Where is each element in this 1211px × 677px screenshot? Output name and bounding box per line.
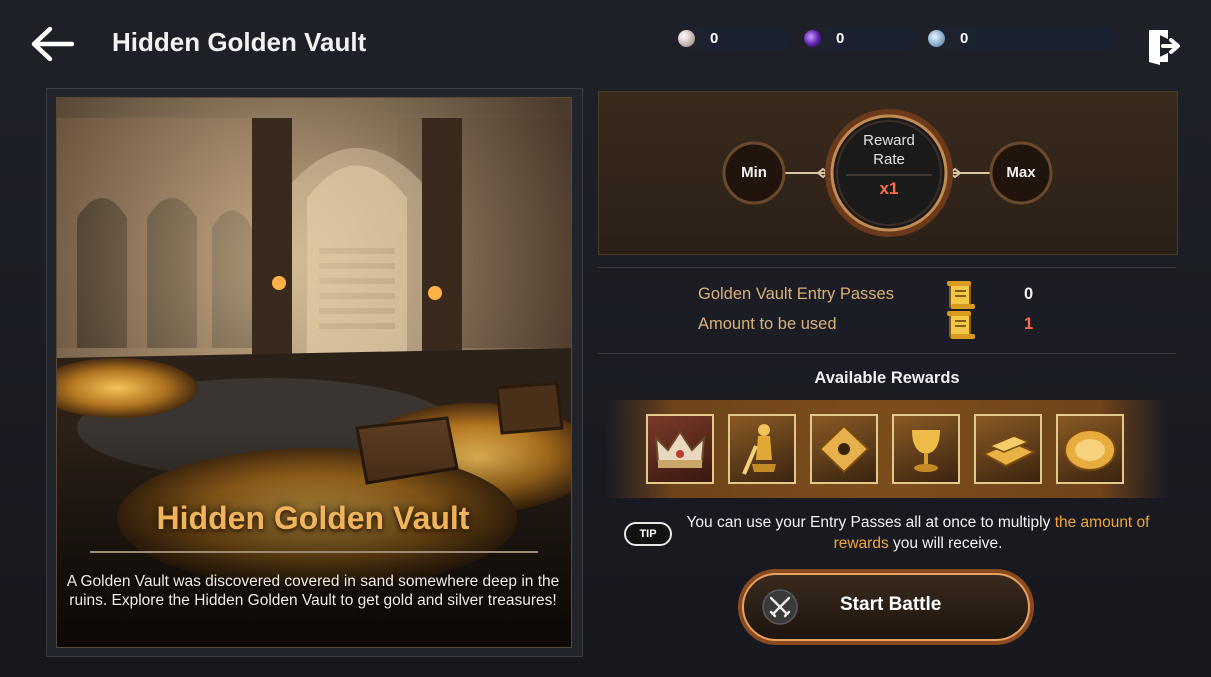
reward-rate-panel: Min Max Reward Rate x1 (598, 91, 1178, 255)
crossed-swords-icon (769, 596, 791, 618)
entry-pass-scroll-icon (946, 309, 976, 341)
vault-name: Hidden Golden Vault (156, 500, 470, 536)
vault-artwork (56, 97, 572, 648)
pearl-gem-icon (678, 30, 695, 47)
reward-dish[interactable] (1056, 414, 1124, 484)
currency-pearl: 0 (678, 27, 790, 51)
divider (598, 267, 1176, 268)
back-arrow-icon[interactable] (30, 24, 75, 64)
currency-silver: 0 (928, 27, 1116, 51)
rate-title-line2: Rate (873, 151, 905, 168)
reward-crown[interactable] (646, 414, 714, 484)
golden-statue-icon (742, 424, 776, 475)
available-rewards-title: Available Rewards (814, 369, 960, 387)
golden-goblet-icon (912, 430, 940, 472)
page-title: Hidden Golden Vault (112, 27, 367, 57)
title-divider (90, 551, 538, 553)
vault-description: A Golden Vault was discovered covered in… (66, 573, 560, 609)
reward-bars[interactable] (974, 414, 1042, 484)
rate-min-button[interactable]: Min (724, 164, 784, 181)
start-battle-label: Start Battle (840, 594, 942, 615)
entry-passes-label: Golden Vault Entry Passes (698, 285, 894, 303)
purple-gem-icon (804, 30, 821, 47)
reward-statue[interactable] (728, 414, 796, 484)
reward-goblet[interactable] (892, 414, 960, 484)
currency-purple: 0 (804, 27, 916, 51)
rate-title-line1: Reward (863, 132, 915, 149)
entry-passes-count: 0 (1024, 285, 1034, 303)
reward-plate[interactable] (810, 414, 878, 484)
top-bar: Hidden Golden Vault 0 0 0 (0, 0, 1211, 82)
exit-door-icon[interactable] (1146, 27, 1184, 65)
gold-bars-icon (981, 435, 1037, 468)
divider (598, 353, 1176, 354)
rate-value: x1 (879, 179, 899, 198)
gold-plate-icon (818, 424, 870, 474)
silver-coin-icon (928, 30, 945, 47)
rate-max-button[interactable]: Max (991, 164, 1051, 181)
entry-pass-scroll-icon (946, 279, 976, 311)
tip-badge: TIP (624, 522, 672, 546)
crown-icon (654, 430, 706, 468)
tip-text: You can use your Entry Passes all at onc… (686, 514, 1150, 552)
gold-dish-icon (1064, 429, 1116, 471)
amount-used-value: 1 (1024, 315, 1034, 333)
amount-used-label: Amount to be used (698, 315, 837, 333)
